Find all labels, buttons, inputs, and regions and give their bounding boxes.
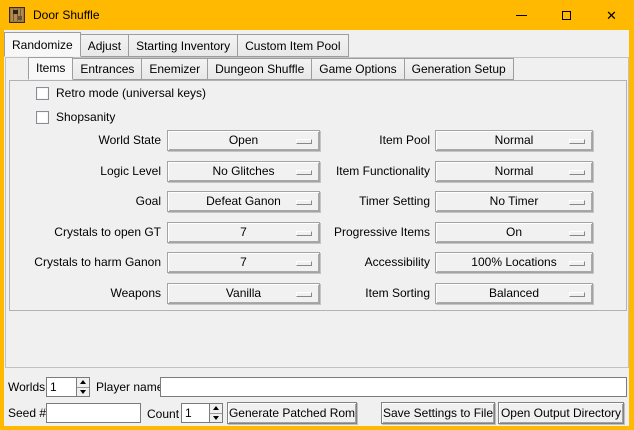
retro-mode-checkbox[interactable] (36, 87, 49, 100)
item-sorting-dropdown[interactable]: Balanced (435, 283, 593, 304)
tab-enemizer[interactable]: Enemizer (141, 58, 208, 80)
randomize-sub-tab-bar: Items Entrances Enemizer Dungeon Shuffle… (28, 57, 513, 80)
goal-label: Goal (12, 191, 161, 212)
item-sorting-label: Item Sorting (322, 283, 430, 304)
count-spinner-arrows (209, 404, 222, 422)
item-functionality-value: Normal (495, 162, 534, 181)
crystals-gt-dropdown[interactable]: 7 (167, 222, 320, 243)
spin-up-icon[interactable] (210, 404, 222, 414)
worlds-spinner-arrows (76, 378, 89, 396)
window-border-left (0, 0, 4, 430)
close-icon[interactable]: ✕ (589, 0, 634, 30)
logic-level-label: Logic Level (12, 161, 161, 182)
timer-setting-dropdown[interactable]: No Timer (435, 191, 593, 212)
goal-dropdown[interactable]: Defeat Ganon (167, 191, 320, 212)
shopsanity-label: Shopsanity (56, 110, 115, 124)
crystals-ganon-value: 7 (240, 253, 247, 272)
progressive-items-value: On (506, 223, 522, 242)
door-icon (9, 7, 25, 23)
maximize-icon[interactable] (544, 0, 589, 30)
tab-randomize[interactable]: Randomize (4, 32, 81, 57)
progressive-items-label: Progressive Items (322, 222, 430, 243)
spin-down-icon[interactable] (210, 414, 222, 423)
item-functionality-dropdown[interactable]: Normal (435, 161, 593, 182)
item-pool-dropdown[interactable]: Normal (435, 130, 593, 151)
dropdown-indicator-icon (296, 231, 312, 236)
crystals-ganon-dropdown[interactable]: 7 (167, 252, 320, 273)
logic-level-value: No Glitches (212, 162, 274, 181)
dropdown-indicator-icon (569, 200, 585, 205)
tab-adjust[interactable]: Adjust (80, 34, 129, 57)
door-shuffle-window: Door Shuffle ✕ Randomize Adjust Starting… (0, 0, 634, 430)
generate-patched-rom-button[interactable]: Generate Patched Rom (227, 402, 357, 424)
minimize-icon[interactable] (499, 0, 544, 30)
world-state-label: World State (12, 130, 161, 151)
world-state-value: Open (229, 131, 258, 150)
spin-up-icon[interactable] (77, 378, 89, 388)
seed-input[interactable] (46, 403, 141, 423)
tab-custom-item-pool[interactable]: Custom Item Pool (237, 34, 348, 57)
tab-generation-setup[interactable]: Generation Setup (404, 58, 514, 80)
worlds-value: 1 (50, 378, 57, 396)
dropdown-indicator-icon (569, 292, 585, 297)
worlds-label: Worlds (8, 377, 45, 397)
retro-mode-row: Retro mode (universal keys) (36, 86, 206, 100)
crystals-gt-value: 7 (240, 223, 247, 242)
item-functionality-label: Item Functionality (322, 161, 430, 182)
goal-value: Defeat Ganon (206, 192, 281, 211)
shopsanity-row: Shopsanity (36, 110, 115, 124)
crystals-gt-label: Crystals to open GT (12, 222, 161, 243)
timer-setting-label: Timer Setting (322, 191, 430, 212)
dropdown-indicator-icon (296, 139, 312, 144)
weapons-value: Vanilla (226, 284, 261, 303)
accessibility-dropdown[interactable]: 100% Locations (435, 252, 593, 273)
item-pool-label: Item Pool (322, 130, 430, 151)
player-names-label: Player names (96, 377, 169, 397)
dropdown-indicator-icon (569, 261, 585, 266)
timer-setting-value: No Timer (490, 192, 539, 211)
window-title: Door Shuffle (33, 8, 100, 22)
dropdown-indicator-icon (296, 170, 312, 175)
dropdown-indicator-icon (296, 200, 312, 205)
count-spinner[interactable]: 1 (181, 403, 223, 423)
tab-starting-inventory[interactable]: Starting Inventory (128, 34, 238, 57)
weapons-label: Weapons (12, 283, 161, 304)
item-pool-value: Normal (495, 131, 534, 150)
world-state-dropdown[interactable]: Open (167, 130, 320, 151)
dropdown-indicator-icon (569, 170, 585, 175)
count-label: Count (147, 404, 179, 424)
window-border-right (629, 0, 634, 430)
open-output-directory-button[interactable]: Open Output Directory (498, 402, 624, 424)
worlds-spinner[interactable]: 1 (46, 377, 90, 397)
player-names-input[interactable] (160, 377, 627, 397)
logic-level-dropdown[interactable]: No Glitches (167, 161, 320, 182)
dropdown-indicator-icon (569, 231, 585, 236)
retro-mode-label: Retro mode (universal keys) (56, 86, 206, 100)
tab-entrances[interactable]: Entrances (72, 58, 142, 80)
save-settings-button[interactable]: Save Settings to File (381, 402, 495, 424)
window-controls: ✕ (499, 0, 634, 30)
tab-items[interactable]: Items (28, 57, 73, 80)
accessibility-value: 100% Locations (471, 253, 556, 272)
dropdown-indicator-icon (296, 292, 312, 297)
main-tab-bar: Randomize Adjust Starting Inventory Cust… (4, 32, 348, 57)
shopsanity-checkbox[interactable] (36, 111, 49, 124)
weapons-dropdown[interactable]: Vanilla (167, 283, 320, 304)
count-value: 1 (185, 404, 192, 422)
item-sorting-value: Balanced (489, 284, 539, 303)
title-bar: Door Shuffle ✕ (0, 0, 634, 30)
progressive-items-dropdown[interactable]: On (435, 222, 593, 243)
dropdown-indicator-icon (296, 261, 312, 266)
tab-game-options[interactable]: Game Options (311, 58, 404, 80)
window-border-bottom (0, 426, 634, 430)
seed-label: Seed # (8, 403, 46, 423)
dropdown-indicator-icon (569, 139, 585, 144)
accessibility-label: Accessibility (322, 252, 430, 273)
crystals-ganon-label: Crystals to harm Ganon (12, 252, 161, 273)
tab-dungeon-shuffle[interactable]: Dungeon Shuffle (207, 58, 312, 80)
spin-down-icon[interactable] (77, 388, 89, 397)
